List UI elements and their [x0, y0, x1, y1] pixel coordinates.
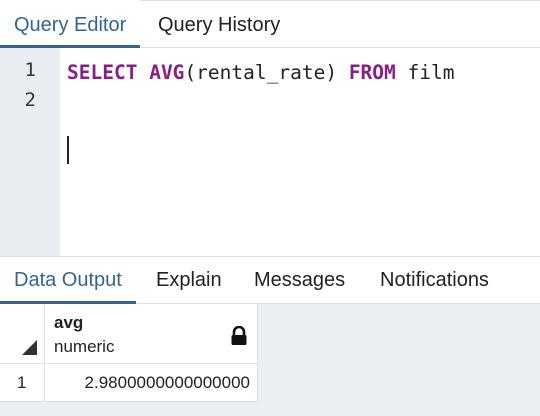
- keyword-from: FROM: [348, 61, 396, 84]
- row-number[interactable]: 1: [0, 364, 45, 402]
- resize-corner-icon: [22, 340, 37, 355]
- text-cursor: [67, 136, 69, 164]
- table-name: film: [407, 61, 455, 84]
- column-name: avg: [54, 313, 84, 332]
- lock-icon: [231, 326, 247, 345]
- line-number: 2: [24, 89, 36, 111]
- function-avg: AVG: [149, 61, 185, 84]
- line-number: 1: [24, 59, 36, 81]
- column-header-avg[interactable]: avg numeric: [45, 304, 258, 364]
- code-content[interactable]: SELECT AVG(rental_rate) FROM film: [67, 58, 455, 88]
- output-tab-bar: Data Output Explain Messages Notificatio…: [0, 256, 540, 304]
- keyword-select: SELECT: [67, 61, 138, 84]
- result-grid: avg numeric 1 2.9800000000000000: [0, 304, 540, 416]
- tab-data-output[interactable]: Data Output: [0, 257, 136, 304]
- sql-editor[interactable]: 1 2 SELECT AVG(rental_rate) FROM film: [0, 48, 540, 256]
- line-number-gutter: 1 2: [0, 48, 60, 256]
- column-type: numeric: [54, 337, 115, 356]
- grid-select-all-corner[interactable]: [0, 304, 45, 364]
- table-cell-avg[interactable]: 2.9800000000000000: [45, 364, 258, 402]
- function-args: (rental_rate): [184, 61, 338, 84]
- tab-notifications[interactable]: Notifications: [366, 257, 503, 303]
- code-line-1: SELECT AVG(rental_rate) FROM film: [67, 61, 455, 84]
- tab-query-editor[interactable]: Query Editor: [0, 0, 141, 48]
- tab-query-history[interactable]: Query History: [144, 0, 294, 47]
- editor-tab-bar: Query Editor Query History: [0, 0, 540, 48]
- tab-messages[interactable]: Messages: [240, 257, 359, 303]
- tab-explain[interactable]: Explain: [142, 257, 236, 303]
